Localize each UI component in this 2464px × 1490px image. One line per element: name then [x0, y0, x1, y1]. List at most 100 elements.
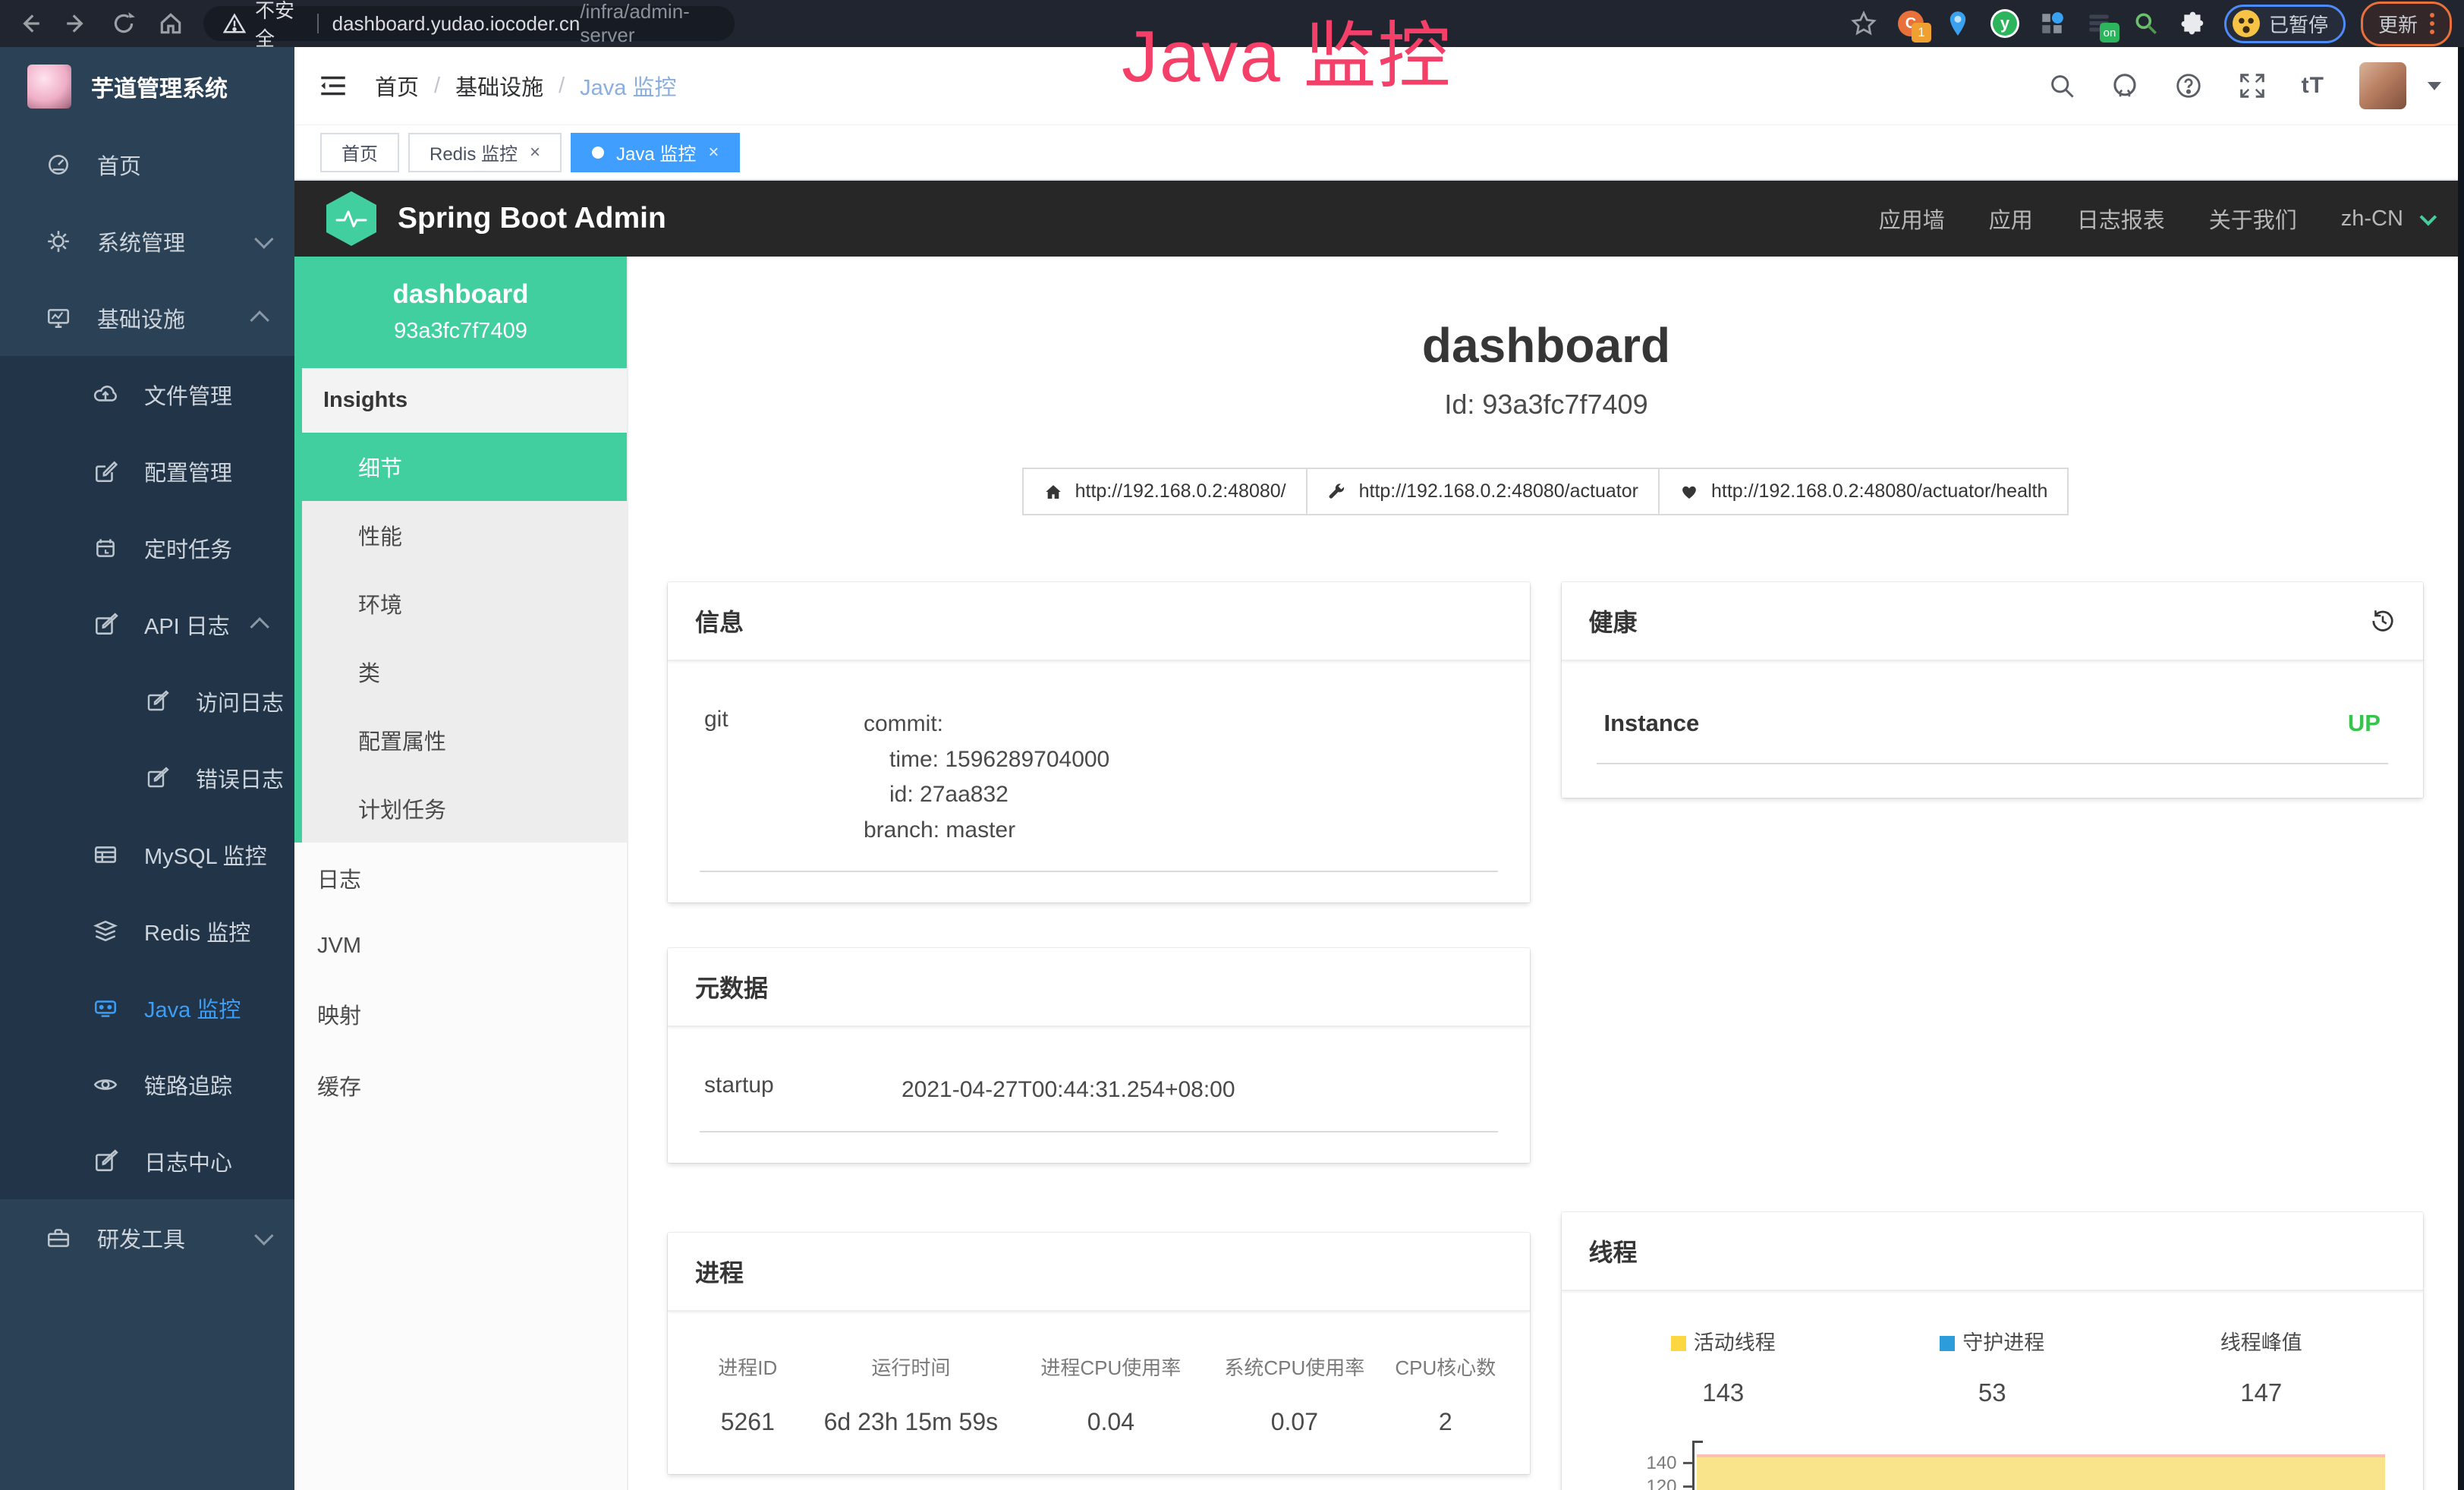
bookmark-star-icon[interactable]	[1848, 8, 1880, 39]
sidebar-item-dev-tools[interactable]: 研发工具	[0, 1199, 294, 1276]
log-edit-icon	[91, 1147, 120, 1176]
breadcrumb-separator: /	[434, 74, 440, 99]
admin-sidebar: 芋道管理系统 首页 系统管理 基础设施	[0, 47, 294, 1490]
breadcrumb-home[interactable]: 首页	[375, 70, 419, 102]
sba-menu-caches[interactable]: 缓存	[294, 1050, 627, 1121]
sidebar-logo-row[interactable]: 芋道管理系统	[0, 47, 294, 126]
sba-menu-config-props[interactable]: 配置属性	[302, 706, 627, 774]
extension-grid-icon[interactable]	[2036, 8, 2068, 39]
extension-on-icon[interactable]: on	[2083, 8, 2115, 39]
instance-url-link[interactable]: http://192.168.0.2:48080/	[1022, 468, 1308, 515]
tab-close-icon[interactable]: ×	[530, 142, 540, 163]
actuator-url-link[interactable]: http://192.168.0.2:48080/actuator	[1306, 468, 1660, 515]
user-avatar[interactable]	[2359, 62, 2406, 109]
sba-nav-applications[interactable]: 应用	[1989, 203, 2033, 235]
tab-close-icon[interactable]: ×	[708, 142, 719, 163]
health-url-link[interactable]: http://192.168.0.2:48080/actuator/health	[1658, 468, 2069, 515]
extension-y-icon[interactable]: y	[1989, 8, 2021, 39]
browser-forward-button[interactable]	[59, 6, 94, 41]
sidebar-item-scheduled-jobs[interactable]: 定时任务	[0, 509, 294, 586]
extension-puzzle-icon[interactable]	[2177, 8, 2209, 39]
fullscreen-icon[interactable]	[2238, 71, 2267, 100]
timer-icon	[91, 534, 120, 562]
sba-menu-logs[interactable]: 日志	[294, 843, 627, 914]
security-label[interactable]: 不安全	[255, 0, 304, 52]
sidebar-item-log-center[interactable]: 日志中心	[0, 1123, 294, 1199]
browser-update-button[interactable]: 更新	[2361, 2, 2452, 46]
avatar-dropdown-caret[interactable]	[2428, 82, 2441, 90]
sidebar-item-mysql-monitor[interactable]: MySQL 监控	[0, 816, 294, 893]
sidebar-item-java-monitor[interactable]: Java 监控	[0, 969, 294, 1046]
extension-orange-icon[interactable]: C 1	[1895, 8, 1927, 39]
sidebar-item-file-management[interactable]: 文件管理	[0, 356, 294, 433]
extension-pin-icon[interactable]	[1942, 8, 1974, 39]
browser-menu-icon[interactable]	[2430, 13, 2434, 34]
extension-magnifier-icon[interactable]	[2130, 8, 2162, 39]
sba-instance-header[interactable]: dashboard 93a3fc7f7409	[294, 257, 627, 368]
search-icon[interactable]	[2048, 72, 2075, 99]
browser-home-button[interactable]	[153, 6, 188, 41]
chevron-down-icon	[254, 1226, 273, 1245]
sba-language-select[interactable]: zh-CN	[2341, 206, 2432, 232]
tab-java-monitor[interactable]: Java 监控 ×	[571, 133, 740, 172]
tab-redis-monitor[interactable]: Redis 监控 ×	[408, 133, 562, 172]
process-syscpu: 0.07	[1205, 1391, 1385, 1444]
url-host[interactable]: dashboard.yudao.iocoder.cn	[332, 12, 581, 36]
font-size-icon[interactable]: tT	[2302, 73, 2324, 99]
sba-menu-metrics[interactable]: 性能	[302, 501, 627, 569]
sidebar-item-access-logs[interactable]: 访问日志	[0, 663, 294, 739]
profile-paused-pill[interactable]: 已暂停	[2224, 5, 2346, 43]
sidebar-item-infrastructure[interactable]: 基础设施	[0, 279, 294, 356]
sidebar-item-system[interactable]: 系统管理	[0, 203, 294, 279]
sidebar-item-label: Redis 监控	[144, 915, 269, 947]
screenshot-root: 不安全 dashboard.yudao.iocoder.cn/infra/adm…	[0, 0, 2464, 1490]
browser-extensions-area: C 1 y on 已暂停	[1848, 2, 2452, 46]
chevron-up-icon	[250, 617, 269, 636]
breadcrumb-infrastructure[interactable]: 基础设施	[455, 70, 543, 102]
sidebar-item-config-management[interactable]: 配置管理	[0, 433, 294, 509]
health-card: 健康 Instance UP	[1562, 582, 2424, 798]
cloud-upload-icon	[91, 380, 120, 409]
sidebar-item-error-logs[interactable]: 错误日志	[0, 739, 294, 816]
url-path[interactable]: /infra/admin-server	[580, 0, 715, 47]
sba-menu-details[interactable]: 细节	[302, 433, 627, 501]
browser-reload-button[interactable]	[106, 6, 141, 41]
sidebar-item-api-logs[interactable]: API 日志	[0, 586, 294, 663]
threads-card: 线程 活动线程 143 守护进程	[1562, 1212, 2424, 1490]
sba-brand[interactable]: Spring Boot Admin	[326, 191, 666, 246]
github-icon[interactable]	[2110, 71, 2139, 100]
sba-nav-wallboard[interactable]: 应用墙	[1879, 203, 1945, 235]
history-icon[interactable]	[2370, 608, 2396, 634]
sba-nav: 应用墙 应用 日志报表 关于我们 zh-CN	[1879, 203, 2432, 235]
sba-group-label[interactable]: Insights	[302, 368, 627, 433]
sba-menu-mappings[interactable]: 映射	[294, 978, 627, 1050]
sidebar-item-redis-monitor[interactable]: Redis 监控	[0, 893, 294, 969]
process-col-uptime: 运行时间	[805, 1342, 1018, 1391]
process-uptime: 6d 23h 15m 59s	[805, 1391, 1018, 1444]
sidebar-item-home[interactable]: 首页	[0, 126, 294, 203]
sba-instance-sidebar: dashboard 93a3fc7f7409 Insights 细节 性能 环境…	[294, 257, 628, 1490]
extension-y-letter: y	[1993, 11, 2017, 36]
sba-menu-jvm[interactable]: JVM	[294, 914, 627, 978]
tab-home[interactable]: 首页	[320, 133, 399, 172]
help-icon[interactable]	[2174, 71, 2203, 100]
sba-menu-scheduled-tasks[interactable]: 计划任务	[302, 774, 627, 843]
hamburger-collapse-icon[interactable]	[317, 70, 349, 102]
legend-peak-threads: 线程峰值 147	[2127, 1326, 2396, 1407]
address-bar[interactable]: 不安全 dashboard.yudao.iocoder.cn/infra/adm…	[203, 6, 735, 41]
edit-square-icon	[91, 457, 120, 486]
sba-nav-journal[interactable]: 日志报表	[2077, 203, 2165, 235]
sba-nav-about[interactable]: 关于我们	[2209, 203, 2297, 235]
page-scrollbar[interactable]	[2458, 47, 2464, 1490]
infrastructure-submenu: 文件管理 配置管理 定时任务	[0, 356, 294, 1199]
process-col-cores: CPU核心数	[1384, 1342, 1506, 1391]
threads-area-chart: 140 120 100	[1581, 1441, 2404, 1490]
sidebar-item-tracing[interactable]: 链路追踪	[0, 1046, 294, 1123]
actuator-url-text: http://192.168.0.2:48080/actuator	[1359, 480, 1638, 502]
sba-menu-environment[interactable]: 环境	[302, 569, 627, 638]
health-card-head: 健康	[1562, 582, 2424, 661]
app-frame: 芋道管理系统 首页 系统管理 基础设施	[0, 47, 2464, 1490]
browser-back-button[interactable]	[12, 6, 47, 41]
log-edit-icon	[143, 687, 172, 716]
sba-menu-classes[interactable]: 类	[302, 638, 627, 706]
